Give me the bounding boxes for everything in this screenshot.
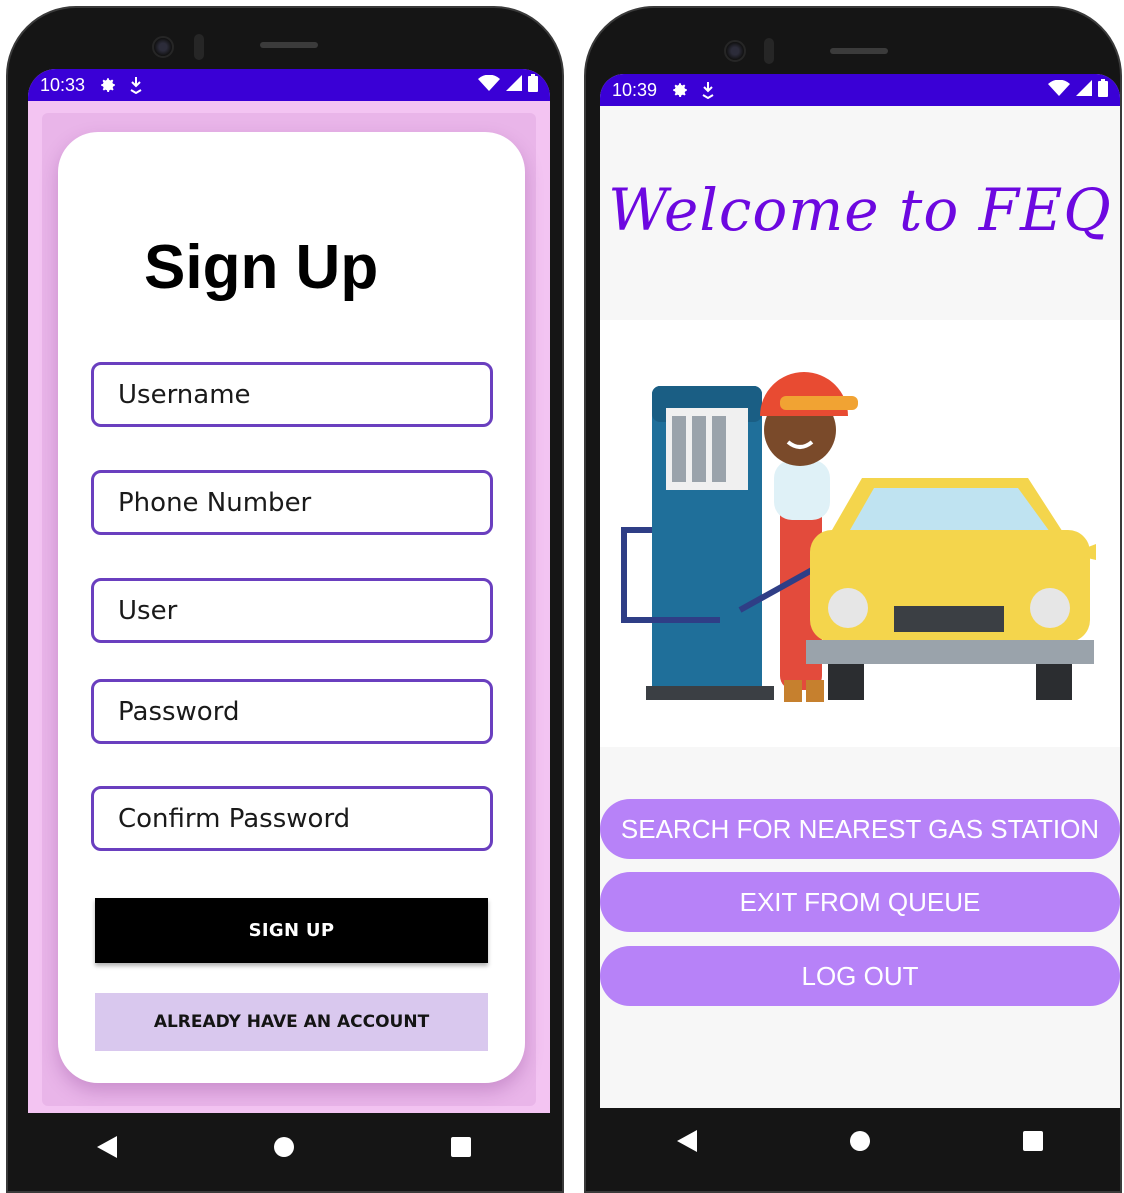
- log-out-button[interactable]: LOG OUT: [600, 946, 1120, 1006]
- front-camera: [152, 36, 174, 58]
- recents-icon[interactable]: [1013, 1121, 1053, 1161]
- gas-attendant-image: [621, 372, 1096, 702]
- gas-station-illustration: [600, 320, 1120, 747]
- download-icon: [701, 81, 715, 99]
- password-field[interactable]: [91, 679, 493, 744]
- exit-from-queue-button[interactable]: EXIT FROM QUEUE: [600, 872, 1120, 932]
- proximity-sensor: [764, 38, 774, 64]
- search-nearest-gas-station-button[interactable]: SEARCH FOR NEAREST GAS STATION: [600, 799, 1120, 859]
- status-bar: 10:39: [600, 74, 1120, 106]
- status-right-group: [478, 73, 538, 97]
- wifi-icon: [478, 74, 500, 96]
- navigation-bar-left: [18, 1110, 550, 1184]
- confirm-password-field[interactable]: [91, 786, 493, 851]
- front-camera: [724, 40, 746, 62]
- already-have-account-button[interactable]: ALREADY HAVE AN ACCOUNT: [95, 993, 488, 1051]
- welcome-heading: Welcome to FEQ: [608, 176, 1112, 244]
- user-field[interactable]: [91, 578, 493, 643]
- status-bar: 10:33: [28, 69, 550, 101]
- battery-icon: [1098, 78, 1108, 102]
- page-title: Sign Up: [144, 233, 379, 302]
- wifi-icon: [1048, 79, 1070, 101]
- signal-icon: [1076, 79, 1092, 101]
- home-icon[interactable]: [840, 1121, 880, 1161]
- navigation-bar-right: [600, 1104, 1120, 1178]
- earpiece-speaker: [830, 48, 888, 54]
- proximity-sensor: [194, 34, 204, 60]
- download-icon: [129, 76, 143, 94]
- home-icon[interactable]: [264, 1127, 304, 1167]
- username-field[interactable]: [91, 362, 493, 427]
- status-time: 10:39: [612, 79, 658, 100]
- home-screen: 10:39 Welcome to FEQ SEARCH FOR NEAREST …: [600, 74, 1120, 1108]
- status-time: 10:33: [40, 74, 86, 95]
- back-icon[interactable]: [667, 1121, 707, 1161]
- settings-icon: [99, 76, 117, 94]
- battery-icon: [528, 73, 538, 97]
- back-icon[interactable]: [87, 1127, 127, 1167]
- sign-up-button[interactable]: SIGN UP: [95, 898, 488, 963]
- earpiece-speaker: [260, 42, 318, 48]
- settings-icon: [671, 81, 689, 99]
- signal-icon: [506, 74, 522, 96]
- status-right-group: [1048, 78, 1108, 102]
- phone-number-field[interactable]: [91, 470, 493, 535]
- signup-card: Sign Up SIGN UP ALREADY HAVE AN ACCOUNT: [58, 132, 525, 1083]
- signup-screen: 10:33 Sign Up SIGN UP ALREADY HAVE AN AC…: [28, 69, 550, 1113]
- recents-icon[interactable]: [441, 1127, 481, 1167]
